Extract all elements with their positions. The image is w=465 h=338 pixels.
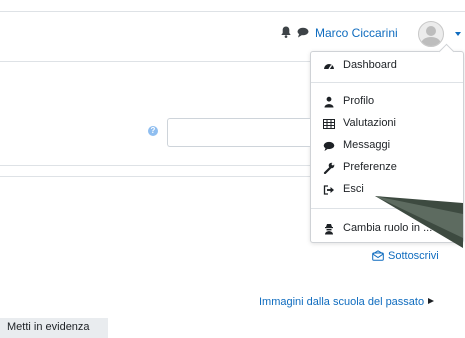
pointer-arrow-annotation [375, 196, 463, 248]
